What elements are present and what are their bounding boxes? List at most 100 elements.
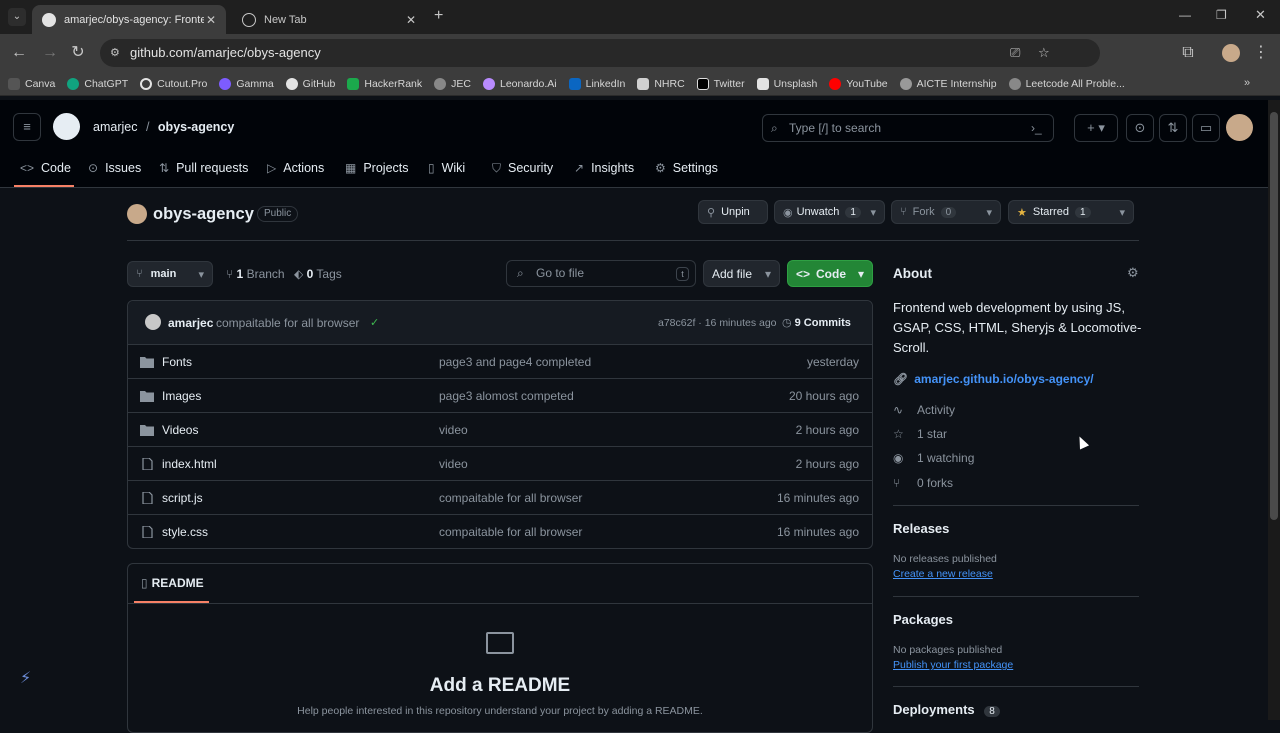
address-bar[interactable]: ⚙ github.com/amarjec/obys-agency ⎚ ☆ — [100, 39, 1100, 67]
go-to-file-input[interactable]: ⌕ Go to file t — [506, 260, 696, 287]
bookmark-unsplash[interactable]: Unsplash — [756, 77, 817, 90]
back-arrow-icon[interactable]: ← — [9, 43, 29, 63]
tab-pull-requests[interactable]: ⇅ Pull requests — [159, 156, 248, 180]
edit-about-gear-icon[interactable]: ⚙ — [1127, 265, 1139, 281]
minimize-window-icon[interactable]: — — [1179, 8, 1191, 22]
breadcrumb-repo[interactable]: obys-agency — [158, 120, 234, 134]
check-icon[interactable]: ✓ — [370, 316, 379, 329]
watchers-link[interactable]: ◉ 1 watching — [893, 451, 974, 465]
user-avatar[interactable] — [1226, 114, 1253, 141]
deployments-heading[interactable]: Deployments 8 — [893, 702, 1000, 717]
search-input[interactable]: ⌕ Type [/] to search ›_ — [762, 114, 1054, 142]
file-commit-message[interactable]: page3 and page4 completed — [439, 355, 739, 369]
browser-menu-kebab-icon[interactable]: ⋮ — [1251, 43, 1271, 63]
forward-arrow-icon[interactable]: → — [40, 43, 60, 63]
floating-extension-icon[interactable]: ⚡ — [20, 668, 38, 688]
file-row-script-js[interactable]: script.js compaitable for all browser 16… — [127, 480, 873, 514]
bookmark-youtube[interactable]: YouTube — [829, 77, 888, 90]
close-window-icon[interactable]: ✕ — [1255, 7, 1266, 23]
file-commit-message[interactable]: compaitable for all browser — [439, 491, 739, 505]
file-name[interactable]: Videos — [162, 423, 439, 437]
hamburger-menu-icon[interactable]: ≡ — [13, 113, 41, 141]
install-app-icon[interactable]: ⎚ — [1010, 39, 1020, 67]
branch-selector-button[interactable]: ⑂ main ▾ — [127, 261, 213, 287]
issues-icon[interactable]: ⊙ — [1126, 114, 1154, 142]
file-commit-message[interactable]: video — [439, 423, 739, 437]
bookmark-aicte[interactable]: AICTE Internship — [899, 77, 997, 90]
tab-insights[interactable]: ↗ Insights — [574, 156, 634, 180]
bookmark-gamma[interactable]: Gamma — [219, 77, 274, 90]
file-commit-message[interactable]: video — [439, 457, 739, 471]
command-palette-icon[interactable]: ›_ — [1031, 115, 1042, 141]
unpin-button[interactable]: ⚲ Unpin — [698, 200, 768, 224]
new-tab-plus-icon[interactable]: + — [434, 7, 443, 25]
file-name[interactable]: Fonts — [162, 355, 439, 369]
extensions-puzzle-icon[interactable]: ⧉ — [1178, 43, 1198, 63]
readme-tab[interactable]: ▯ README — [141, 576, 204, 590]
tab-list-chevron-icon[interactable]: ⌄ — [8, 8, 26, 26]
maximize-window-icon[interactable]: ❐ — [1216, 8, 1227, 22]
unwatch-button[interactable]: ◉ Unwatch 1 ▾ — [774, 200, 885, 224]
tab-security[interactable]: ⛉ Security — [492, 156, 553, 180]
homepage-link[interactable]: 🔗︎ amarjec.github.io/obys-agency/ — [893, 372, 1094, 386]
site-info-icon[interactable]: ⚙ — [110, 39, 120, 67]
bookmark-canva[interactable]: Canva — [8, 77, 55, 90]
bookmark-twitter[interactable]: Twitter — [696, 77, 745, 90]
bookmark-leetcode[interactable]: Leetcode All Proble... — [1008, 77, 1125, 90]
commit-author[interactable]: amarjec — [168, 316, 213, 330]
bookmark-linkedin[interactable]: LinkedIn — [568, 77, 625, 90]
file-row-videos[interactable]: Videos video 2 hours ago — [127, 412, 873, 446]
create-new-plus-icon[interactable]: + ▾ — [1074, 114, 1118, 142]
breadcrumb-owner[interactable]: amarjec — [93, 120, 137, 134]
more-bookmarks-chevron-icon[interactable]: » — [1244, 77, 1250, 89]
file-name[interactable]: index.html — [162, 457, 439, 471]
file-name[interactable]: Images — [162, 389, 439, 403]
file-commit-message[interactable]: compaitable for all browser — [439, 525, 739, 539]
bookmark-jec[interactable]: JEC — [434, 77, 471, 90]
inbox-icon[interactable]: ▭ — [1192, 114, 1220, 142]
bookmark-star-icon[interactable]: ☆ — [1038, 39, 1050, 67]
reload-icon[interactable]: ↻ — [68, 43, 88, 63]
bookmark-chatgpt[interactable]: ChatGPT — [67, 77, 128, 90]
file-name[interactable]: script.js — [162, 491, 439, 505]
branches-link[interactable]: ⑂ 1 Branch — [226, 267, 285, 281]
tab-issues[interactable]: ⊙ Issues — [88, 156, 141, 180]
starred-button[interactable]: ★ Starred 1 ▾ — [1008, 200, 1134, 224]
create-release-link[interactable]: Create a new release — [893, 568, 993, 580]
repo-title[interactable]: obys-agency — [153, 205, 254, 224]
commit-hash-time[interactable]: a78c62f · 16 minutes ago — [658, 317, 777, 329]
tab-settings[interactable]: ⚙ Settings — [655, 156, 718, 180]
tab-code[interactable]: <> Code — [20, 156, 71, 180]
packages-heading[interactable]: Packages — [893, 612, 953, 627]
commits-link[interactable]: ◷ 9 Commits — [782, 316, 851, 329]
add-file-button[interactable]: Add file ▾ — [703, 260, 780, 287]
bookmark-nhrc[interactable]: NHRC — [637, 77, 685, 90]
file-name[interactable]: style.css — [162, 525, 439, 539]
bookmark-leonardo[interactable]: Leonardo.Ai — [482, 77, 557, 90]
close-tab-icon[interactable]: ✕ — [206, 13, 216, 27]
close-tab-icon[interactable]: ✕ — [406, 13, 416, 27]
file-row-fonts[interactable]: Fonts page3 and page4 completed yesterda… — [127, 344, 873, 378]
file-row-index-html[interactable]: index.html video 2 hours ago — [127, 446, 873, 480]
fork-button[interactable]: ⑂ Fork 0 ▾ — [891, 200, 1001, 224]
publish-package-link[interactable]: Publish your first package — [893, 659, 1013, 671]
tab-wiki[interactable]: ▯ Wiki — [428, 156, 465, 180]
profile-avatar[interactable] — [1222, 44, 1240, 62]
stars-link[interactable]: ☆ 1 star — [893, 427, 947, 441]
page-scrollbar-thumb[interactable] — [1270, 112, 1278, 520]
bookmark-github[interactable]: GitHub — [285, 77, 335, 90]
tab-actions[interactable]: ▷ Actions — [267, 156, 324, 180]
activity-link[interactable]: ∿ Activity — [893, 403, 955, 417]
bookmark-hackerrank[interactable]: HackerRank — [347, 77, 422, 90]
releases-heading[interactable]: Releases — [893, 521, 949, 536]
tab-projects[interactable]: ▦ Projects — [345, 156, 409, 180]
file-row-images[interactable]: Images page3 alomost competed 20 hours a… — [127, 378, 873, 412]
file-commit-message[interactable]: page3 alomost competed — [439, 389, 739, 403]
forks-link[interactable]: ⑂ 0 forks — [893, 476, 953, 490]
browser-tab-new[interactable]: New Tab ✕ — [232, 5, 426, 34]
pull-requests-icon[interactable]: ⇅ — [1159, 114, 1187, 142]
code-dropdown-button[interactable]: <> Code ▾ — [787, 260, 873, 287]
browser-tab-active[interactable]: amarjec/obys-agency: Frontend ✕ — [32, 5, 226, 34]
bookmark-cutout-pro[interactable]: Cutout.Pro — [140, 77, 207, 90]
github-logo-icon[interactable] — [53, 113, 80, 140]
